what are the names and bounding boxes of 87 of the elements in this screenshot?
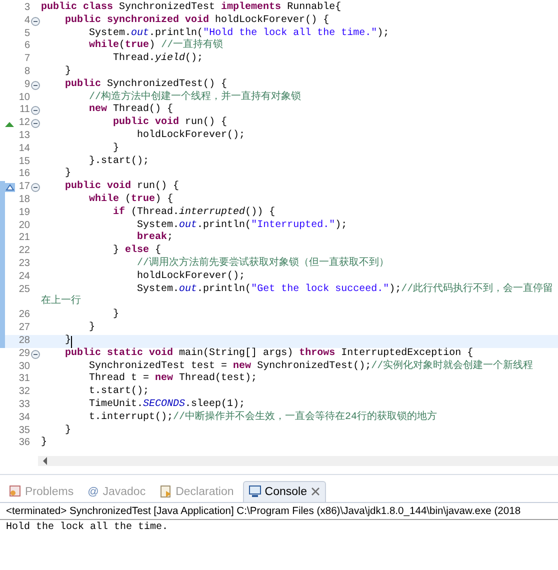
code-line: public class SynchronizedTest implements Runnable{ (41, 2, 342, 14)
line-number: 36 (18, 437, 30, 450)
code-line: } (88, 322, 96, 335)
code-line: System.out.println("Hold the lock all the time."); (88, 28, 390, 39)
line-number: 3 (23, 2, 30, 15)
line-number: 30 (18, 360, 30, 374)
code-line: if (Thread.interrupted()) { (112, 206, 276, 220)
monitor-icon (248, 485, 261, 498)
line-number: 26 (18, 309, 30, 322)
line-number: 35 (18, 424, 30, 438)
collapse-icon[interactable] (31, 106, 40, 116)
view-tab[interactable]: Declaration (154, 482, 239, 502)
code-line: public void run() { (64, 181, 180, 194)
line-number: 29 (18, 348, 30, 361)
code-line: public SynchronizedTest() { (64, 78, 228, 90)
collapse-icon[interactable] (31, 350, 40, 359)
code-line: }.start(); (88, 156, 150, 168)
code-line: Thread.yield(); (112, 53, 204, 66)
code-line: } (41, 437, 48, 450)
line-number: 7 (23, 53, 30, 66)
view-tab[interactable]: @ Javadoc (82, 483, 151, 502)
warning-list-icon (9, 485, 21, 498)
line-number: 13 (18, 130, 30, 143)
code-line: } else { (112, 245, 162, 257)
console-output: Hold the lock all the time. (5, 520, 170, 536)
code-line: break; (136, 232, 174, 244)
line-number: 4 (23, 14, 30, 28)
code-line: public synchronized void holdLockForever() { (64, 14, 330, 28)
line-number: 32 (18, 386, 30, 399)
line-number: 21 (18, 232, 30, 246)
code-line: t.interrupt();//中断操作并不会生效，一直会等待在24行的获取锁的地方 (88, 412, 438, 424)
code-line: TimeUnit.SECONDS.sleep(1); (88, 398, 246, 410)
line-number: 12 (18, 117, 30, 130)
code-line: System.out.println("Interrupted."); (136, 220, 348, 232)
code-line: //调用次方法前先要尝试获取对象锁（但一直获取不到） (136, 258, 390, 270)
left-arrow-icon[interactable] (42, 457, 48, 466)
horizontal-scrollbar[interactable] (38, 456, 558, 466)
close-icon[interactable] (310, 487, 320, 496)
code-line: while(true) //一直持有锁 (88, 40, 224, 52)
code-line: while (true) { (88, 194, 174, 206)
line-number: 22 (18, 245, 30, 258)
line-number: 6 (23, 40, 30, 54)
line-number: 16 (18, 168, 30, 182)
code-line: new Thread() { (88, 104, 174, 116)
line-number: 14 (18, 142, 30, 156)
line-number: 10 (18, 92, 30, 104)
line-number: 5 (23, 28, 30, 40)
collapse-icon[interactable] (31, 80, 40, 90)
line-number: 19 (18, 206, 30, 220)
code-line: System.out.println("Get the lock succeed.");//此行代码执行不到，会一直停留在上一行 (41, 284, 554, 308)
console-header: <terminated> SynchronizedTest [Java Application] C:\Program Files (x86)\Java\jdk1.8.0_144\bin\javaw.exe (2018 (0, 503, 558, 520)
at-sign-icon: @ (88, 486, 99, 498)
line-number: 18 (18, 194, 30, 207)
line-number: 8 (23, 66, 30, 79)
line-number: 9 (23, 78, 30, 92)
line-number: 27 (18, 322, 30, 335)
line-number: 15 (18, 156, 30, 168)
line-number: 24 (18, 270, 30, 284)
code-line: //构造方法中创建一个线程，并一直持有对象锁 (88, 92, 302, 104)
line-number: 17 (18, 181, 30, 194)
code-line: } (64, 168, 72, 180)
code-line: holdLockForever(); (136, 270, 246, 284)
view-tab[interactable]: Problems (4, 482, 79, 502)
view-tab[interactable]: Console (242, 481, 326, 502)
line-number: 34 (18, 412, 30, 424)
code-line: } (64, 424, 72, 438)
line-number: 31 (18, 373, 30, 386)
code-line: Thread t = new Thread(test); (88, 373, 258, 386)
collapse-icon[interactable] (31, 16, 40, 26)
collapse-icon[interactable] (31, 119, 40, 128)
line-number: 23 (18, 258, 30, 271)
code-line: public void run() { (112, 117, 228, 130)
line-number: 20 (18, 220, 30, 232)
line-number: 33 (18, 398, 30, 412)
code-line: SynchronizedTest test = new SynchronizedTest();//实例化对象时就会创建一个新线程 (88, 360, 534, 372)
code-line: } (112, 309, 120, 322)
code-line: holdLockForever(); (136, 130, 246, 143)
code-line: t.start(); (88, 386, 150, 398)
line-number: 11 (18, 104, 30, 118)
code-line: } (64, 66, 72, 78)
code-line: } (112, 142, 120, 156)
collapse-icon[interactable] (31, 183, 40, 192)
code-line: } (64, 334, 72, 348)
code-line: public static void main(String[] args) throws InterruptedException { (64, 348, 474, 360)
text-cursor (71, 336, 72, 348)
line-number: 25 (18, 284, 30, 296)
line-number: 28 (18, 334, 30, 348)
